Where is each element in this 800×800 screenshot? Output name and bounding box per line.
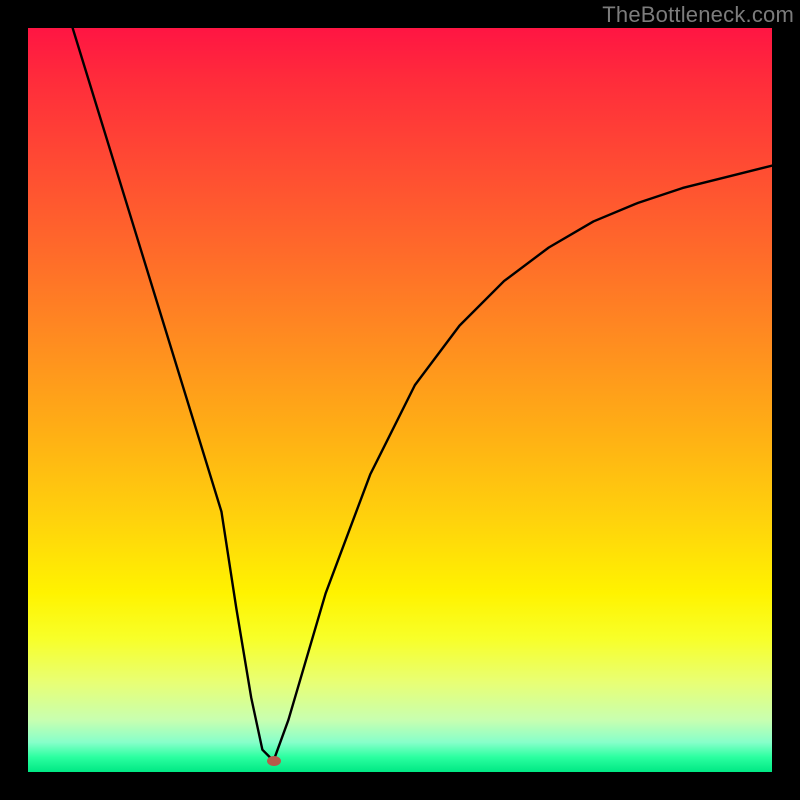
min-marker <box>267 756 281 766</box>
curve-svg <box>28 28 772 772</box>
plot-area <box>28 28 772 772</box>
chart-frame: TheBottleneck.com <box>0 0 800 800</box>
watermark-text: TheBottleneck.com <box>602 2 794 28</box>
curve-path <box>73 28 772 761</box>
